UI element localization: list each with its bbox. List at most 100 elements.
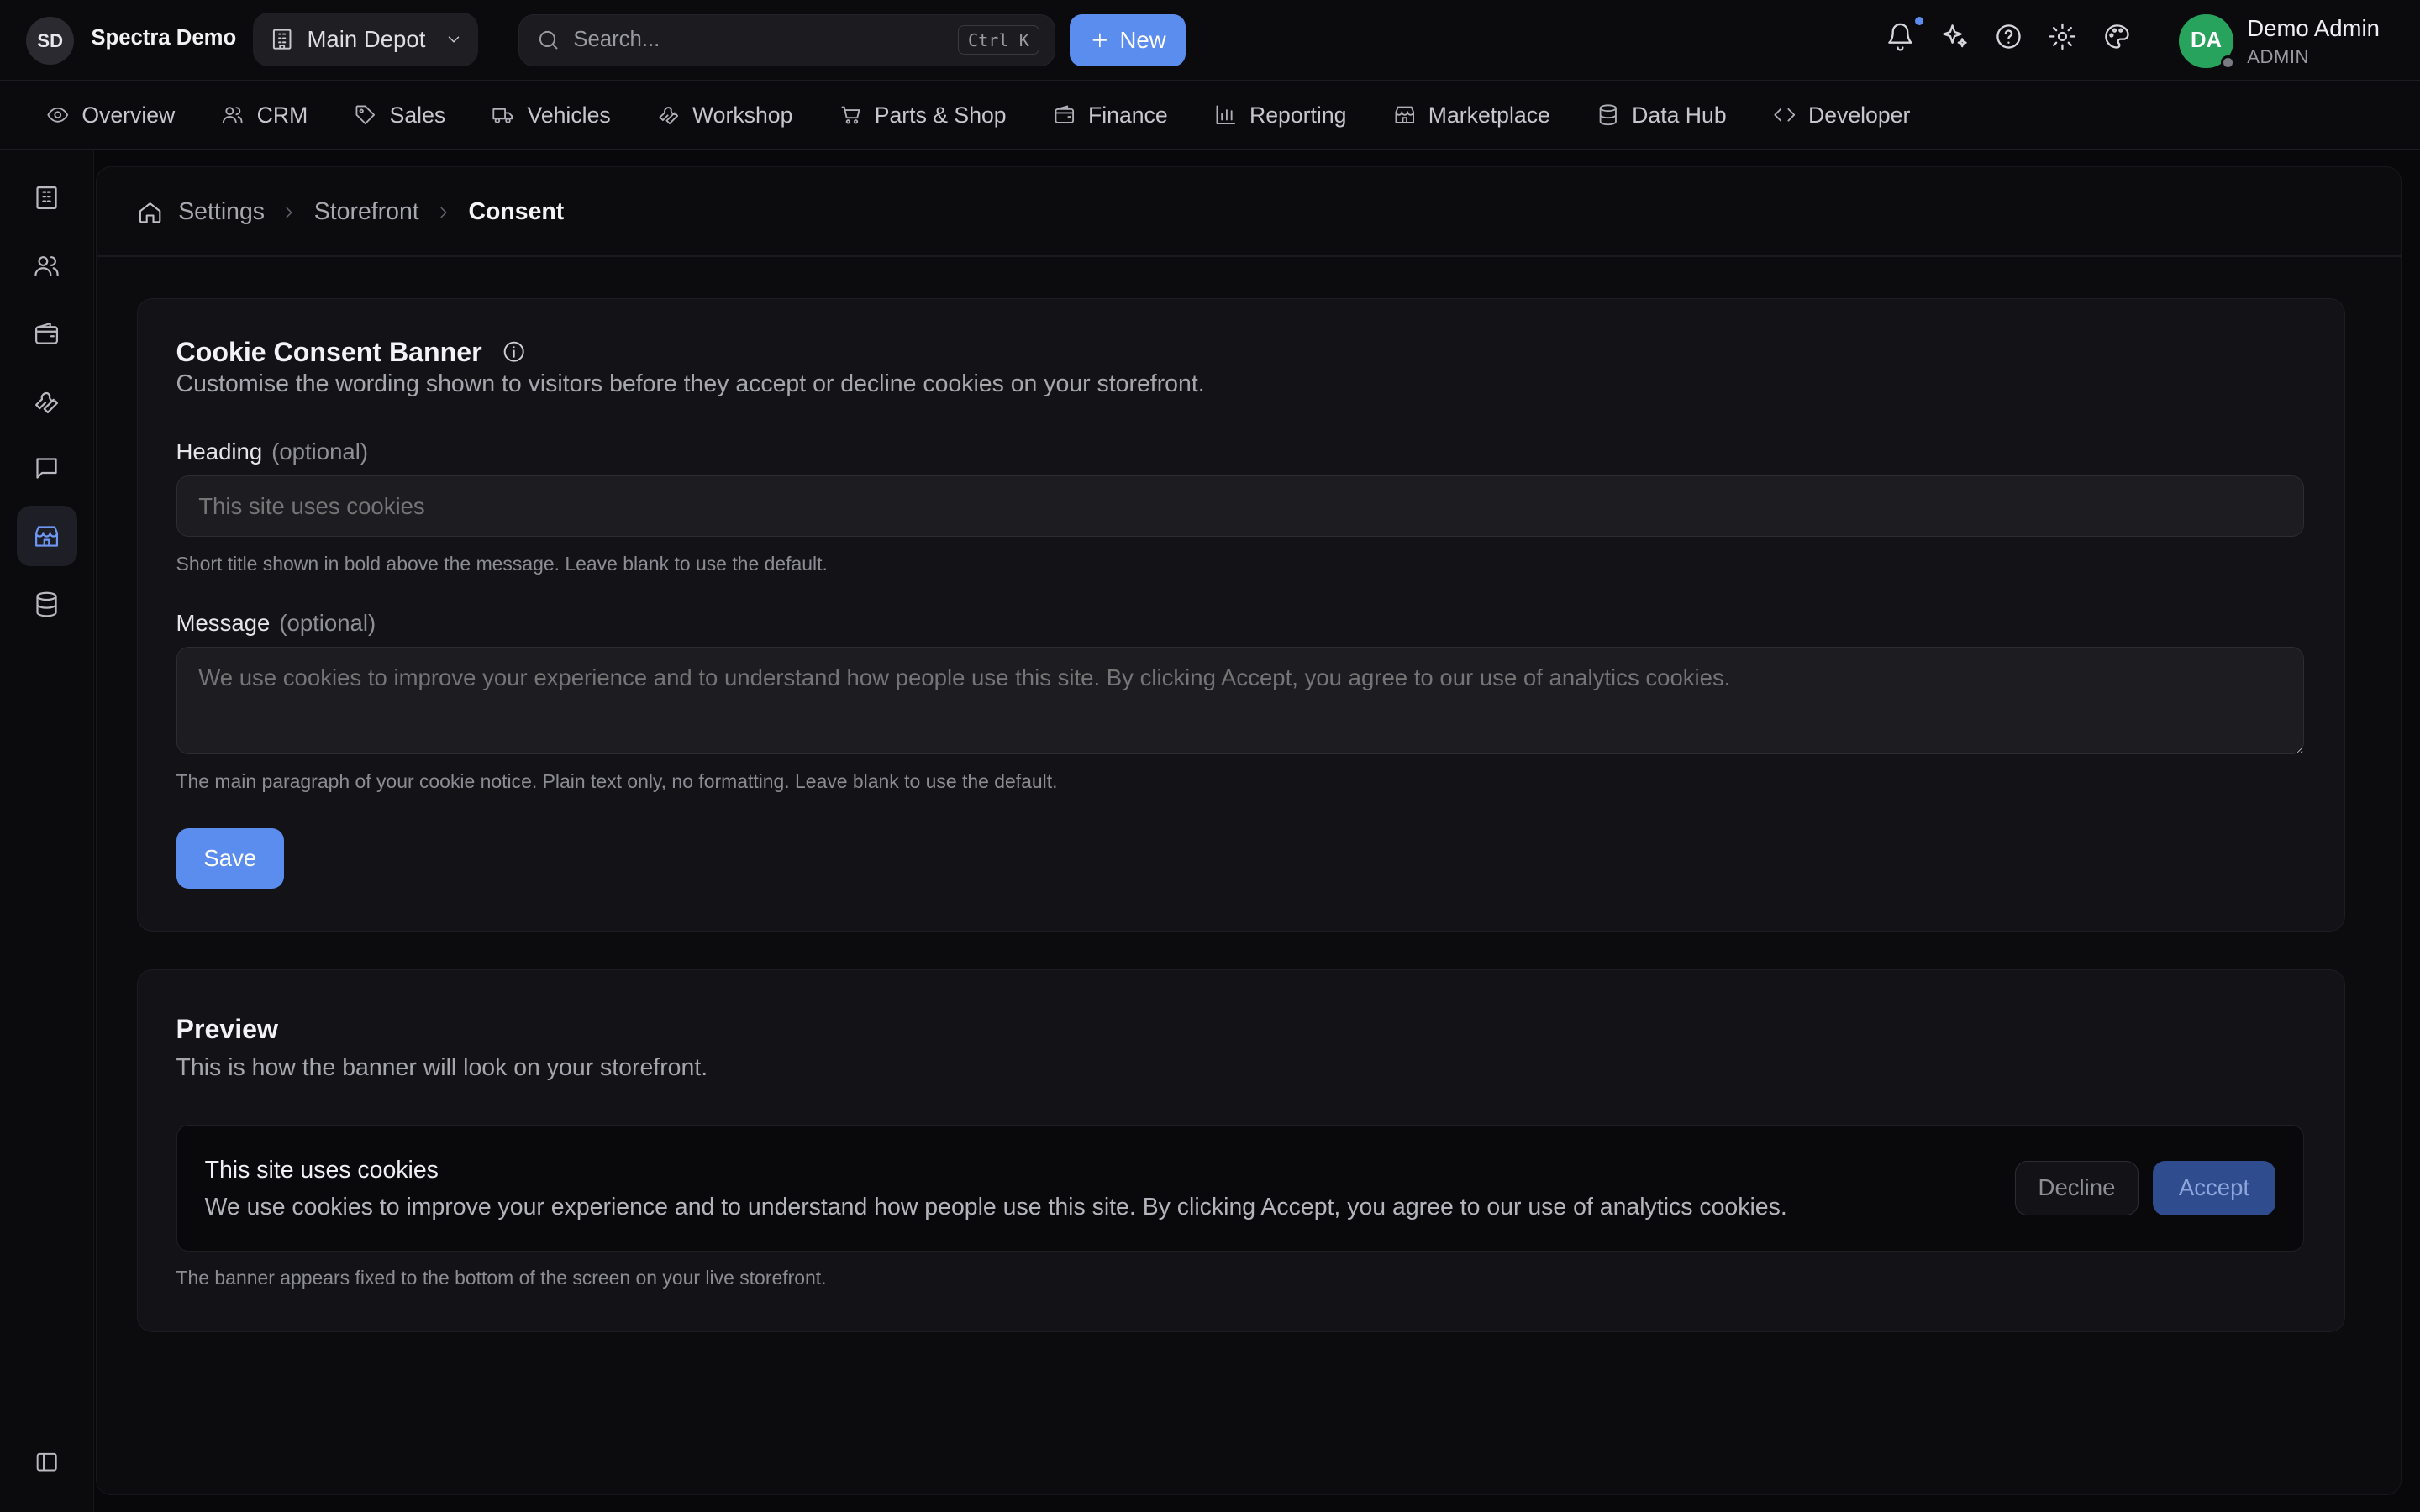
help-circle-icon: [1996, 24, 2021, 49]
settings-button[interactable]: [2048, 22, 2077, 51]
chevron-down-icon: [448, 36, 460, 43]
sidebar-toggle[interactable]: [17, 1431, 77, 1492]
sidebar-item-messages[interactable]: [17, 438, 77, 499]
avatar[interactable]: DA: [2179, 13, 2235, 70]
nav-overview[interactable]: Overview: [46, 102, 175, 129]
sidebar: [0, 150, 95, 1512]
search-placeholder: Search...: [573, 28, 660, 52]
theme-button[interactable]: [2102, 22, 2132, 51]
bell-icon: [1888, 23, 1913, 51]
nav-parts-shop[interactable]: Parts & Shop: [839, 102, 1007, 129]
main-content: Settings Storefront Consent Cookie Conse…: [95, 166, 2402, 1495]
preview-subtitle: This is how the banner will look on your…: [176, 1053, 708, 1081]
home-icon[interactable]: [137, 199, 163, 225]
depot-label: Main Depot: [307, 25, 426, 52]
tag-icon: [355, 105, 376, 125]
top-actions: [1886, 13, 2132, 51]
building-icon: [273, 29, 292, 50]
new-button-label: New: [1119, 26, 1166, 53]
breadcrumb-current: Consent: [468, 198, 565, 226]
heading-hint: Short title shown in bold above the mess…: [176, 552, 828, 575]
depot-selector[interactable]: Main Depot: [253, 12, 479, 66]
notification-dot: [1912, 13, 1927, 29]
wrench-icon: [659, 107, 678, 125]
breadcrumb-settings[interactable]: Settings: [178, 198, 265, 226]
search-shortcut: Ctrl K: [957, 25, 1039, 55]
sidebar-item-tools[interactable]: [17, 372, 77, 433]
plus-icon: [1092, 33, 1107, 48]
nav-label: Marketplace: [1428, 102, 1550, 128]
message-label-text: Message: [176, 609, 271, 636]
sidebar-item-wallet[interactable]: [17, 304, 77, 365]
users-icon: [223, 107, 243, 124]
nav-workshop[interactable]: Workshop: [657, 102, 793, 129]
nav-crm[interactable]: CRM: [221, 102, 308, 129]
heading-label-text: Heading: [176, 438, 263, 465]
wrench-icon: [35, 391, 59, 413]
message-label: Message (optional): [176, 610, 376, 637]
top-bar: SD Spectra Demo Main Depot Search... Ctr…: [0, 0, 2420, 81]
sidebar-item-data[interactable]: [17, 574, 77, 634]
nav-label: Data Hub: [1632, 102, 1727, 128]
sidebar-item-buildings[interactable]: [17, 168, 77, 228]
brand-badge[interactable]: SD: [26, 17, 75, 66]
notifications-button[interactable]: [1886, 13, 1927, 51]
card-subtitle: Customise the wording shown to visitors …: [176, 370, 1205, 397]
nav-sales[interactable]: Sales: [354, 102, 445, 129]
nav-finance[interactable]: Finance: [1053, 102, 1168, 129]
user-name[interactable]: Demo Admin: [2247, 15, 2380, 42]
chevron-right-icon: [440, 207, 447, 218]
panel-left-icon: [37, 1452, 58, 1472]
banner-heading: This site uses cookies: [204, 1156, 439, 1184]
main-nav: Overview CRM Sales Vehicles Workshop Par…: [0, 81, 2420, 150]
wallet-icon: [35, 323, 59, 344]
eye-icon: [47, 108, 69, 123]
store-icon: [35, 526, 59, 547]
brand-name: Spectra Demo: [91, 26, 237, 50]
user-role: ADMIN: [2247, 46, 2309, 68]
heading-input[interactable]: [176, 475, 2305, 538]
nav-data-hub[interactable]: Data Hub: [1597, 102, 1727, 129]
card-title-text: Cookie Consent Banner: [176, 336, 482, 367]
nav-label: Vehicles: [527, 102, 611, 128]
nav-label: Finance: [1087, 102, 1168, 128]
nav-label: Parts & Shop: [874, 102, 1007, 128]
presence-dot: [2221, 55, 2235, 70]
nav-label: Developer: [1807, 102, 1911, 128]
preview-card: Preview This is how the banner will look…: [136, 969, 2345, 1333]
sparkles-icon: [1942, 24, 1967, 47]
preview-footnote: The banner appears fixed to the bottom o…: [176, 1267, 827, 1289]
search-icon: [539, 30, 558, 50]
preview-title: Preview: [176, 1013, 278, 1044]
nav-vehicles[interactable]: Vehicles: [492, 102, 611, 129]
nav-reporting[interactable]: Reporting: [1214, 102, 1346, 129]
database-icon: [36, 591, 58, 617]
decline-button[interactable]: Decline: [2015, 1161, 2139, 1215]
info-icon[interactable]: [502, 339, 526, 364]
chevron-right-icon: [286, 207, 292, 218]
nav-marketplace[interactable]: Marketplace: [1393, 102, 1550, 129]
truck-icon: [492, 108, 513, 124]
heading-label: Heading (optional): [176, 438, 368, 465]
database-icon: [1599, 104, 1617, 126]
nav-label: Sales: [389, 102, 446, 128]
cart-icon: [841, 107, 860, 124]
help-button[interactable]: [1994, 22, 2023, 51]
save-button[interactable]: Save: [176, 828, 285, 890]
nav-developer[interactable]: Developer: [1773, 102, 1911, 129]
avatar-initials: DA: [2190, 29, 2223, 53]
sidebar-item-users[interactable]: [17, 236, 77, 297]
bar-chart-icon: [1216, 105, 1235, 125]
search-box[interactable]: Search... Ctrl K: [518, 13, 1056, 66]
cookie-banner-preview: This site uses cookies We use cookies to…: [176, 1125, 2305, 1252]
nav-label: Workshop: [692, 102, 793, 128]
ai-button[interactable]: [1940, 22, 1970, 51]
message-hint: The main paragraph of your cookie notice…: [176, 769, 1058, 792]
new-button[interactable]: New: [1069, 13, 1186, 66]
breadcrumb-storefront[interactable]: Storefront: [314, 198, 419, 226]
gear-icon: [2049, 23, 2076, 50]
sidebar-item-storefront[interactable]: [17, 506, 77, 567]
message-textarea[interactable]: [176, 646, 2305, 755]
nav-label: CRM: [256, 102, 308, 128]
accept-button[interactable]: Accept: [2152, 1161, 2276, 1215]
